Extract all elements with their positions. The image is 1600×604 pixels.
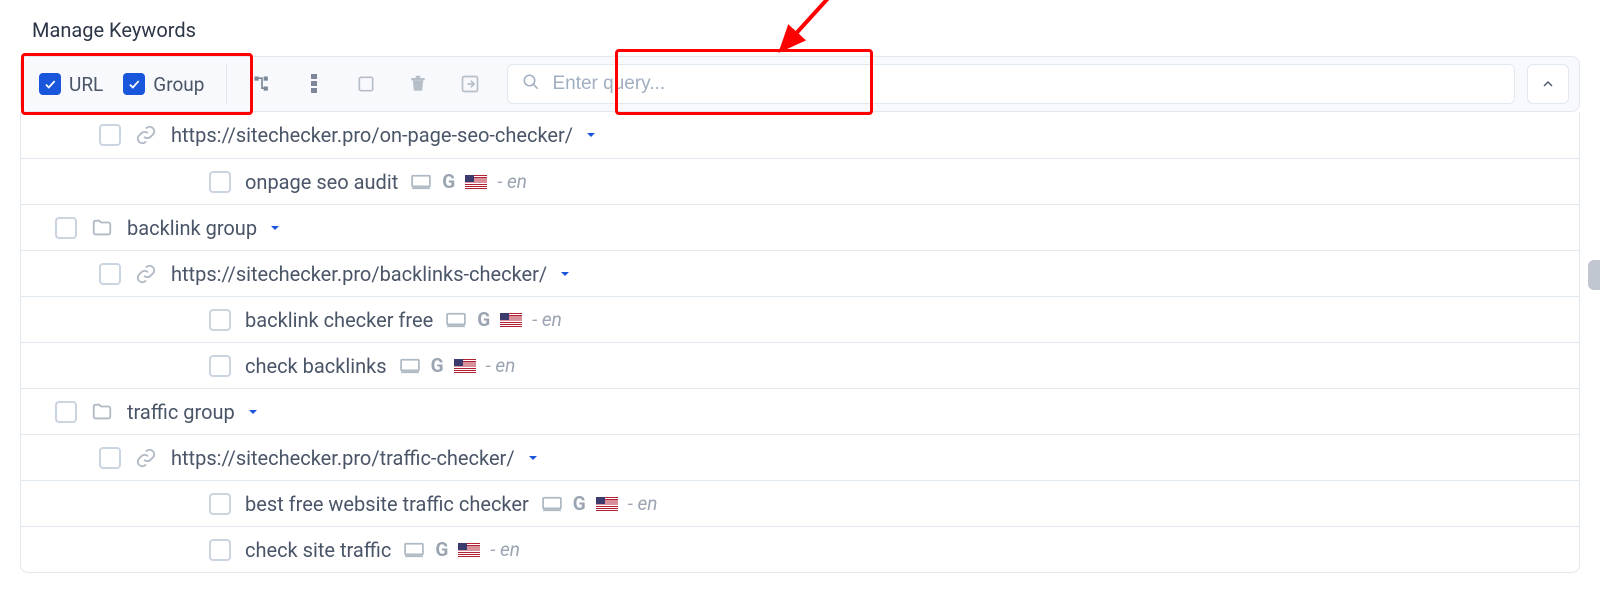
url-text: https://sitechecker.pro/backlinks-checke… bbox=[171, 262, 547, 286]
chevron-up-icon bbox=[1540, 76, 1556, 92]
language-tag: - en bbox=[532, 308, 562, 331]
url-text: https://sitechecker.pro/on-page-seo-chec… bbox=[171, 123, 573, 147]
url-row[interactable]: https://sitechecker.pro/backlinks-checke… bbox=[21, 250, 1579, 296]
more-vertical-icon[interactable] bbox=[303, 73, 325, 95]
row-checkbox[interactable] bbox=[99, 447, 121, 469]
caret-down-icon[interactable] bbox=[559, 268, 571, 280]
link-icon bbox=[135, 447, 157, 469]
select-all-icon[interactable] bbox=[355, 73, 377, 95]
url-text: https://sitechecker.pro/traffic-checker/ bbox=[171, 446, 515, 470]
row-checkbox[interactable] bbox=[99, 124, 121, 146]
country-flag-us bbox=[500, 313, 522, 327]
row-checkbox[interactable] bbox=[99, 263, 121, 285]
filter-toggles: URL Group bbox=[21, 73, 204, 96]
collapse-toggle[interactable] bbox=[1527, 64, 1569, 104]
row-checkbox[interactable] bbox=[55, 401, 77, 423]
caret-down-icon[interactable] bbox=[585, 129, 597, 141]
keyword-text: check site traffic bbox=[245, 538, 391, 562]
checkbox-checked-icon bbox=[39, 73, 61, 95]
keyword-row[interactable]: onpage seo audit G - en bbox=[21, 158, 1579, 204]
country-flag-us bbox=[465, 175, 487, 189]
tree-icon[interactable] bbox=[251, 73, 273, 95]
keyword-row[interactable]: best free website traffic checker G - en bbox=[21, 480, 1579, 526]
keyword-meta: G - en bbox=[541, 492, 658, 515]
row-checkbox[interactable] bbox=[209, 539, 231, 561]
caret-down-icon[interactable] bbox=[527, 452, 539, 464]
desktop-icon bbox=[445, 312, 467, 328]
row-checkbox[interactable] bbox=[209, 493, 231, 515]
row-checkbox[interactable] bbox=[209, 355, 231, 377]
row-checkbox[interactable] bbox=[209, 171, 231, 193]
keyword-row[interactable]: check site traffic G - en bbox=[21, 526, 1579, 572]
url-row[interactable]: https://sitechecker.pro/traffic-checker/ bbox=[21, 434, 1579, 480]
language-tag: - en bbox=[490, 538, 520, 561]
toolbar-actions bbox=[227, 73, 505, 95]
link-icon bbox=[135, 124, 157, 146]
filter-group-toggle[interactable]: Group bbox=[123, 73, 204, 96]
keyword-meta: G - en bbox=[445, 308, 562, 331]
scrollbar-thumb[interactable] bbox=[1588, 260, 1600, 290]
country-flag-us bbox=[458, 543, 480, 557]
google-icon: G bbox=[435, 538, 448, 561]
keyword-text: onpage seo audit bbox=[245, 170, 398, 194]
filter-url-label: URL bbox=[69, 73, 103, 96]
caret-down-icon[interactable] bbox=[247, 406, 259, 418]
keyword-text: check backlinks bbox=[245, 354, 387, 378]
toolbar: URL Group bbox=[20, 56, 1580, 112]
checkbox-checked-icon bbox=[123, 73, 145, 95]
keyword-text: backlink checker free bbox=[245, 308, 433, 332]
link-icon bbox=[135, 263, 157, 285]
export-icon[interactable] bbox=[459, 73, 481, 95]
keyword-meta: G - en bbox=[403, 538, 520, 561]
desktop-icon bbox=[403, 542, 425, 558]
trash-icon[interactable] bbox=[407, 73, 429, 95]
google-icon: G bbox=[477, 308, 490, 331]
folder-icon bbox=[91, 401, 113, 423]
country-flag-us bbox=[596, 497, 618, 511]
keyword-tree: https://sitechecker.pro/on-page-seo-chec… bbox=[20, 112, 1580, 573]
group-text: backlink group bbox=[127, 216, 257, 240]
group-row[interactable]: traffic group bbox=[21, 388, 1579, 434]
desktop-icon bbox=[399, 358, 421, 374]
filter-url-toggle[interactable]: URL bbox=[39, 73, 103, 96]
country-flag-us bbox=[454, 359, 476, 373]
google-icon: G bbox=[442, 170, 455, 193]
url-row[interactable]: https://sitechecker.pro/on-page-seo-chec… bbox=[21, 112, 1579, 158]
language-tag: - en bbox=[628, 492, 658, 515]
group-row[interactable]: backlink group bbox=[21, 204, 1579, 250]
row-checkbox[interactable] bbox=[55, 217, 77, 239]
page-title: Manage Keywords bbox=[0, 0, 1600, 56]
google-icon: G bbox=[573, 492, 586, 515]
keyword-row[interactable]: backlink checker free G - en bbox=[21, 296, 1579, 342]
language-tag: - en bbox=[497, 170, 527, 193]
keyword-row[interactable]: check backlinks G - en bbox=[21, 342, 1579, 388]
folder-icon bbox=[91, 217, 113, 239]
keyword-meta: G - en bbox=[410, 170, 527, 193]
keyword-text: best free website traffic checker bbox=[245, 492, 529, 516]
caret-down-icon[interactable] bbox=[269, 222, 281, 234]
search-input[interactable] bbox=[550, 72, 1500, 96]
row-checkbox[interactable] bbox=[209, 309, 231, 331]
search-field[interactable] bbox=[507, 64, 1515, 104]
keyword-meta: G - en bbox=[399, 354, 516, 377]
search-icon bbox=[522, 73, 540, 96]
desktop-icon bbox=[541, 496, 563, 512]
language-tag: - en bbox=[486, 354, 516, 377]
google-icon: G bbox=[431, 354, 444, 377]
desktop-icon bbox=[410, 174, 432, 190]
group-text: traffic group bbox=[127, 400, 235, 424]
filter-group-label: Group bbox=[153, 73, 204, 96]
